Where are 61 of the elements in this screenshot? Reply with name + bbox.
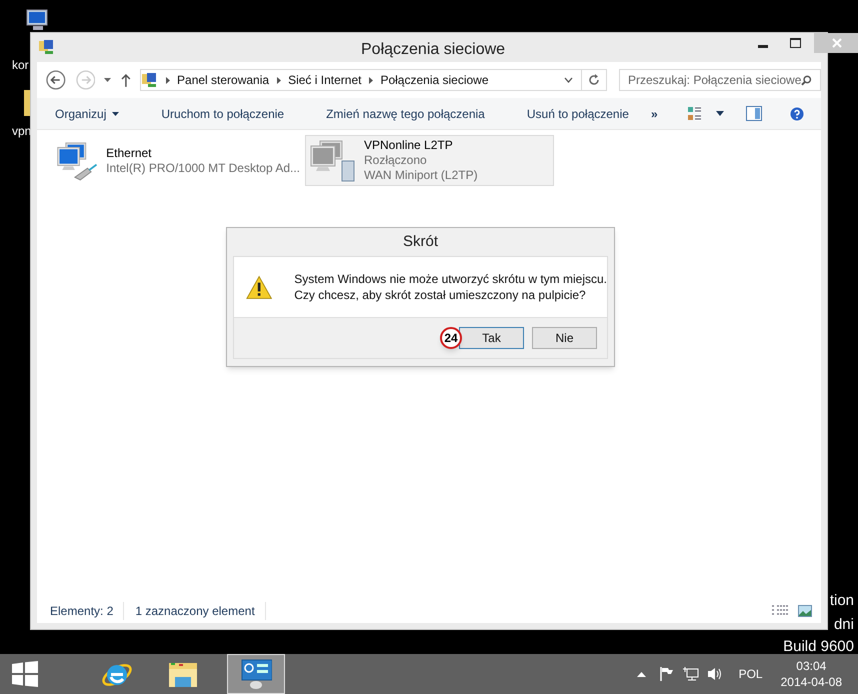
caret-icon: [112, 112, 120, 116]
connection-item[interactable]: VPNonline L2TP Rozłączono WAN Miniport (L2TP): [305, 135, 554, 186]
address-field[interactable]: Panel sterowania Sieć i Internet Połączenia sieciowe: [140, 69, 582, 91]
dialog-button[interactable]: Tak: [459, 327, 524, 349]
search-icon: [801, 74, 812, 86]
connection-device: WAN Miniport (L2TP): [364, 168, 478, 183]
watermark-text: Build 9600: [783, 638, 854, 656]
back-icon[interactable]: [46, 70, 66, 90]
chevron-icon[interactable]: [166, 76, 170, 84]
desktop-icon-label[interactable]: kor: [12, 56, 29, 74]
dialog-title: Skrót: [402, 232, 438, 252]
dropdown-icon[interactable]: [104, 78, 112, 82]
refresh-button[interactable]: [582, 69, 607, 91]
thumbnail-view-icon[interactable]: [798, 605, 812, 617]
view-options-icon[interactable]: [688, 106, 702, 121]
toolbar-button[interactable]: Uruchom to połączenie: [154, 102, 292, 126]
control-panel-icon: [240, 659, 272, 689]
show-hidden-icons-icon[interactable]: [636, 672, 646, 676]
windows-start-icon[interactable]: [12, 661, 38, 687]
watermark-text: dni: [834, 616, 854, 634]
taskbar-app-button[interactable]: [227, 654, 285, 694]
breadcrumb-item[interactable]: Sieć i Internet: [288, 71, 362, 89]
dialog-message: Czy chcesz, aby skrót został umieszczony na pulpicie?: [294, 287, 587, 303]
connection-item[interactable]: Ethernet Intel(R) PRO/1000 MT Desktop Ad...: [52, 135, 301, 186]
breadcrumb-item[interactable]: Połączenia sieciowe: [380, 71, 489, 89]
flag-icon[interactable]: [660, 667, 674, 681]
connection-status: Rozłączono: [364, 153, 428, 168]
network-icon[interactable]: [682, 667, 699, 681]
status-text: 1 zaznaczony element: [135, 602, 266, 620]
warning-icon: [246, 274, 272, 300]
help-icon[interactable]: [790, 106, 804, 120]
dialog-button[interactable]: Nie: [532, 327, 597, 349]
connection-name: VPNonline L2TP: [364, 138, 454, 153]
up-arrow-icon[interactable]: [121, 74, 132, 86]
chevron-icon[interactable]: [369, 76, 374, 84]
maximize-icon[interactable]: [790, 38, 801, 48]
toolbar-button[interactable]: Organizuj: [48, 102, 126, 126]
clock[interactable]: 03:04 2014-04-08: [780, 658, 842, 690]
watermark-text: tion: [830, 592, 854, 610]
window-title: Połączenia sieciowe: [361, 40, 506, 60]
more-button[interactable]: »: [648, 104, 661, 122]
language-indicator[interactable]: POL: [738, 665, 763, 683]
toolbar-button[interactable]: Usuń to połączenie: [520, 102, 636, 126]
dialog-message: System Windows nie może utworzyć skrótu w tym miejscu.: [294, 271, 607, 287]
network-folder-icon[interactable]: [39, 39, 55, 55]
dropdown-chevron-icon[interactable]: [564, 77, 574, 83]
speaker-icon[interactable]: [706, 667, 723, 681]
connection-name: Ethernet: [106, 146, 153, 160]
caret-icon[interactable]: [716, 111, 724, 116]
search-field[interactable]: Przeszukaj: Połączenia sieciowe: [618, 69, 821, 91]
network-folder-icon: [142, 72, 158, 88]
details-view-icon[interactable]: [772, 605, 788, 617]
status-text: Elementy: 2: [50, 602, 124, 620]
breadcrumb-item[interactable]: Panel sterowania: [177, 71, 270, 89]
toolbar-button[interactable]: Zmień nazwę tego połączenia: [319, 102, 492, 126]
close-icon: [832, 38, 842, 48]
refresh-icon: [588, 74, 600, 86]
step-badge: 24: [440, 327, 462, 349]
connection-status: Intel(R) PRO/1000 MT Desktop Ad...: [106, 160, 300, 176]
preview-pane-icon[interactable]: [746, 106, 762, 121]
chevron-icon[interactable]: [277, 76, 282, 84]
